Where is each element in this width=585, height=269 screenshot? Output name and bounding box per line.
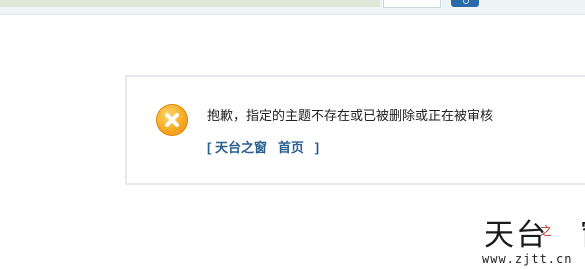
watermark-url: www.zjtt.cn	[482, 252, 573, 266]
search-button[interactable]	[451, 0, 479, 7]
error-x-icon	[156, 104, 188, 136]
notice-box: 抱歉，指定的主题不存在或已被删除或正在被审核 [ 天台之窗 首页 ]	[125, 75, 585, 185]
search-input[interactable]	[383, 0, 441, 8]
bracket-open: [	[207, 140, 212, 155]
error-message: 抱歉，指定的主题不存在或已被删除或正在被审核	[207, 108, 494, 123]
watermark-seal: 之	[540, 224, 553, 238]
site-watermark: 天台 窗 之 www.zjtt.cn	[476, 210, 585, 269]
forum-link[interactable]: 天台之窗	[215, 140, 267, 155]
watermark-logo: 天台 窗	[484, 218, 585, 253]
top-navigation-bar	[0, 0, 585, 15]
bracket-close: ]	[314, 140, 320, 155]
home-link[interactable]: 首页	[278, 140, 304, 155]
top-strip	[0, 0, 380, 7]
notice-links: [ 天台之窗 首页 ]	[207, 137, 319, 156]
